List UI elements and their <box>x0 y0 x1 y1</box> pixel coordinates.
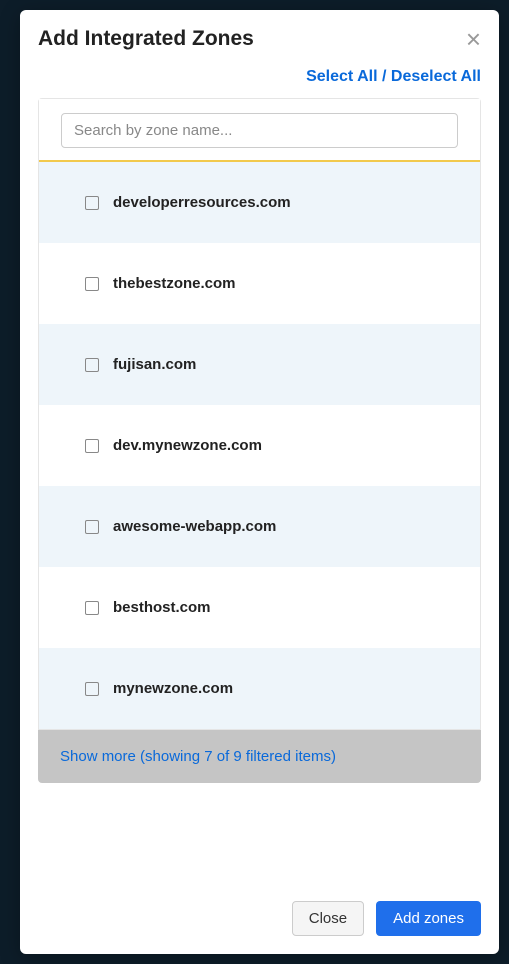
list-item[interactable]: besthost.com <box>39 567 480 648</box>
zone-name-label: mynewzone.com <box>113 680 233 697</box>
checkbox[interactable] <box>85 682 99 696</box>
zone-name-label: besthost.com <box>113 599 211 616</box>
select-all-row: Select All / Deselect All <box>20 52 499 98</box>
checkbox[interactable] <box>85 358 99 372</box>
close-button[interactable]: Close <box>292 901 364 936</box>
zone-name-label: thebestzone.com <box>113 275 236 292</box>
search-input[interactable] <box>61 113 458 148</box>
modal-title: Add Integrated Zones <box>38 27 254 51</box>
list-item[interactable]: thebestzone.com <box>39 243 480 324</box>
checkbox[interactable] <box>85 277 99 291</box>
list-item[interactable]: fujisan.com <box>39 324 480 405</box>
search-wrap <box>39 99 480 162</box>
show-more-link[interactable]: Show more (showing 7 of 9 filtered items… <box>38 730 481 783</box>
checkbox[interactable] <box>85 439 99 453</box>
checkbox[interactable] <box>85 520 99 534</box>
zone-list: developerresources.com thebestzone.com f… <box>39 162 480 729</box>
add-zones-button[interactable]: Add zones <box>376 901 481 936</box>
list-item[interactable]: awesome-webapp.com <box>39 486 480 567</box>
modal-header: Add Integrated Zones × <box>20 10 499 52</box>
modal-footer: Close Add zones <box>20 883 499 954</box>
checkbox[interactable] <box>85 601 99 615</box>
list-item[interactable]: dev.mynewzone.com <box>39 405 480 486</box>
list-item[interactable]: developerresources.com <box>39 162 480 243</box>
list-item[interactable]: mynewzone.com <box>39 648 480 729</box>
checkbox[interactable] <box>85 196 99 210</box>
zone-list-container: developerresources.com thebestzone.com f… <box>38 98 481 730</box>
zone-name-label: developerresources.com <box>113 194 291 211</box>
add-zones-modal: Add Integrated Zones × Select All / Dese… <box>20 10 499 954</box>
zone-name-label: fujisan.com <box>113 356 196 373</box>
select-all-link[interactable]: Select All / Deselect All <box>306 68 481 85</box>
zone-name-label: awesome-webapp.com <box>113 518 276 535</box>
close-icon[interactable]: × <box>466 26 481 52</box>
zone-name-label: dev.mynewzone.com <box>113 437 262 454</box>
